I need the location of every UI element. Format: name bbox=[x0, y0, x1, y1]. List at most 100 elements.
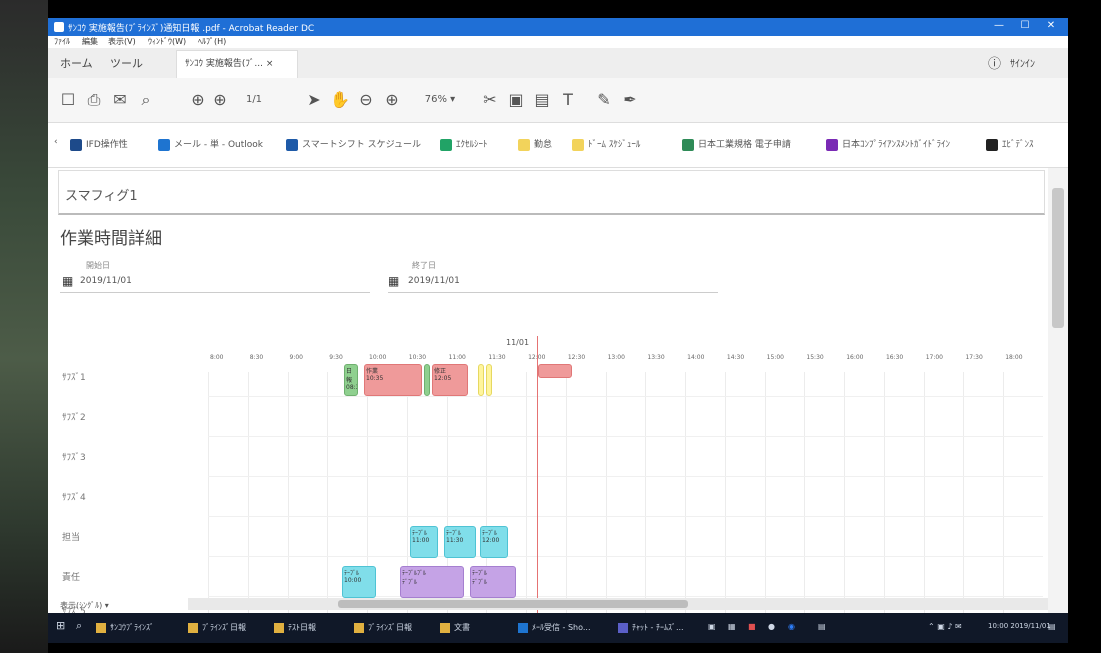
gantt-task-block[interactable]: ﾃｰﾌﾞﾙﾌﾞﾙ ﾃﾞﾌﾞﾙ bbox=[400, 566, 464, 598]
search-icon[interactable]: ⌕ bbox=[136, 90, 156, 110]
gantt-task-block[interactable]: 作業 10:35 bbox=[364, 364, 422, 396]
gantt-gridline bbox=[247, 372, 249, 613]
taskbar-label: ﾃｽﾄ日報 bbox=[288, 623, 316, 632]
tray-icons[interactable]: ⌃ ▣ ♪ ✉ bbox=[928, 622, 962, 631]
folder-icon bbox=[440, 622, 450, 633]
taskbar-item[interactable]: ﾌﾞﾗｲﾝｽﾞ日報 bbox=[188, 622, 246, 633]
taskbar-item[interactable]: ﾁｬｯﾄ - ﾁｰﾑｽﾞ... bbox=[618, 622, 684, 633]
taskbar-item[interactable]: ﾒｰﾙ受信 - Sho... bbox=[518, 622, 591, 633]
calendar-icon[interactable]: ▦ bbox=[62, 274, 73, 288]
pen-icon[interactable]: ✒ bbox=[620, 90, 640, 110]
gantt-task-block[interactable]: 修正 12:05 bbox=[432, 364, 468, 396]
taskbar-item[interactable]: 文書 bbox=[440, 622, 470, 633]
pinned-app-icon[interactable]: ■ bbox=[748, 622, 756, 631]
page-up-icon[interactable]: ⊕ bbox=[188, 90, 208, 110]
pinned-app-icon[interactable]: ◉ bbox=[788, 622, 795, 631]
zoom-select[interactable]: 76% ▾ bbox=[418, 90, 462, 110]
page-down-icon[interactable]: ⊕ bbox=[210, 90, 230, 110]
gantt-task-block[interactable] bbox=[538, 364, 572, 378]
mail-icon[interactable]: ✉ bbox=[110, 90, 130, 110]
bookmark-item[interactable]: スマートシフト スケジュール bbox=[286, 137, 421, 153]
gantt-task-block[interactable] bbox=[486, 364, 492, 396]
gantt-task-block[interactable] bbox=[424, 364, 430, 396]
tab-document[interactable]: ｻﾝｺｳ 実施報告(ﾌﾞ... × bbox=[176, 50, 298, 79]
maximize-icon[interactable]: ☐ bbox=[1014, 20, 1036, 34]
menu-window[interactable]: ｳｨﾝﾄﾞｳ(W) bbox=[148, 36, 186, 47]
gantt-task-block[interactable]: ﾃｰﾌﾞﾙ 10:00 bbox=[342, 566, 376, 598]
page-number-field[interactable]: 1/1 bbox=[244, 90, 264, 110]
hand-icon[interactable]: ✋ bbox=[330, 90, 350, 110]
gantt-task-sub: 10:35 bbox=[366, 375, 384, 382]
to-date-input[interactable]: 2019/11/01 bbox=[408, 276, 460, 286]
pinned-app-icon[interactable]: ● bbox=[768, 622, 775, 631]
gantt-task-block[interactable]: 日報08:30 bbox=[344, 364, 358, 396]
menu-help[interactable]: ﾍﾙﾌﾟ(H) bbox=[198, 36, 226, 47]
notification-icon[interactable]: ▤ bbox=[1048, 622, 1056, 631]
calendar-icon[interactable]: ▦ bbox=[388, 274, 399, 288]
bookmark-label: メール - 単 - Outlook bbox=[174, 140, 263, 150]
bookmark-item[interactable]: ｴｸｾﾙｼｰﾄ bbox=[440, 137, 488, 153]
text-tool-icon[interactable]: T bbox=[558, 90, 578, 110]
gantt-task-block[interactable]: ﾃｰﾌﾞﾙ 11:00 bbox=[410, 526, 438, 558]
vertical-scrollbar[interactable] bbox=[1048, 168, 1068, 613]
bookmark-item[interactable]: ﾄﾞｰﾑ ｽｹｼﾞｭｰﾙ bbox=[572, 137, 640, 153]
teams-icon bbox=[618, 622, 628, 633]
toolbar: ☐ ⎙ ✉ ⌕ ⊕ ⊕ 1/1 ➤ ✋ ⊖ ⊕ 76% ▾ ✂ ▣ ▤ T ✎ … bbox=[48, 78, 1068, 123]
gantt-row-label: 担当 bbox=[62, 533, 81, 543]
minimize-icon[interactable]: — bbox=[988, 20, 1010, 34]
comment-icon[interactable]: ✎ bbox=[594, 90, 614, 110]
view-mode-select[interactable]: 表示(ｼﾝｸﾞﾙ) ▾ bbox=[60, 600, 109, 611]
x-icon bbox=[986, 138, 998, 151]
horizontal-scrollbar[interactable] bbox=[188, 598, 1048, 610]
gantt-task-block[interactable]: ﾃｰﾌﾞﾙ 12:00 bbox=[480, 526, 508, 558]
bookmark-item[interactable]: 日本工業規格 電子申請 bbox=[682, 137, 791, 153]
gantt-task-sub: 10:00 bbox=[344, 577, 362, 584]
gantt-tick-label: 16:30 bbox=[885, 354, 904, 361]
question-circle-icon[interactable]: ⓘ bbox=[988, 53, 1001, 72]
gantt-tick-label: 10:30 bbox=[408, 354, 427, 361]
close-icon[interactable]: ✕ bbox=[1040, 20, 1062, 34]
gantt-task-block[interactable]: ﾃｰﾌﾞﾙ ﾃﾞﾌﾞﾙ bbox=[470, 566, 516, 598]
menu-view[interactable]: 表示(V) bbox=[108, 36, 136, 47]
pinned-app-icon[interactable]: ▤ bbox=[818, 622, 826, 631]
bookmark-item[interactable]: 勤怠 bbox=[518, 137, 552, 153]
zoom-out-icon[interactable]: ⊖ bbox=[356, 90, 376, 110]
from-date-input[interactable]: 2019/11/01 bbox=[80, 276, 132, 286]
gantt-row-divider bbox=[208, 396, 1043, 397]
bookmark-item[interactable]: IFD操作性 bbox=[70, 137, 128, 153]
folder-icon bbox=[96, 622, 106, 633]
menu-edit[interactable]: 編集 bbox=[82, 36, 98, 47]
gantt-row-label: ｻﾌｽﾞ4 bbox=[62, 493, 86, 503]
gantt-task-sub: 12:00 bbox=[482, 537, 500, 544]
signin-button[interactable]: ｻｲﾝｲﾝ bbox=[1010, 55, 1035, 70]
form-icon[interactable]: ▤ bbox=[532, 90, 552, 110]
bookmark-item[interactable]: 日本ｺﾝﾌﾟﾗｲｱﾝｽﾒﾝﾄｶﾞｲﾄﾞﾗｲﾝ bbox=[826, 137, 950, 153]
taskbar-item[interactable]: ﾌﾞﾗｲﾝｽﾞ日報 bbox=[354, 622, 412, 633]
save-icon[interactable]: ☐ bbox=[58, 90, 78, 110]
pinned-app-icon[interactable]: ▦ bbox=[728, 622, 736, 631]
gantt-task-block[interactable] bbox=[478, 364, 484, 396]
tab-home[interactable]: ホーム bbox=[60, 55, 93, 71]
print-icon[interactable]: ⎙ bbox=[84, 90, 104, 110]
chevron-left-icon[interactable]: ‹ bbox=[54, 137, 58, 153]
taskbar-label: ﾌﾞﾗｲﾝｽﾞ日報 bbox=[368, 623, 412, 632]
search-icon[interactable]: ⌕ bbox=[76, 619, 82, 633]
vertical-scroll-thumb[interactable] bbox=[1052, 188, 1064, 328]
stamp-icon[interactable]: ▣ bbox=[506, 90, 526, 110]
taskbar-label: ｻﾝｺｳﾌﾞﾗｲﾝｽﾞ bbox=[110, 623, 154, 632]
bookmark-label: スマートシフト スケジュール bbox=[302, 140, 421, 150]
taskbar-item[interactable]: ﾃｽﾄ日報 bbox=[274, 622, 316, 633]
bookmark-item[interactable]: メール - 単 - Outlook bbox=[158, 137, 263, 153]
taskbar-item[interactable]: ｻﾝｺｳﾌﾞﾗｲﾝｽﾞ bbox=[96, 622, 154, 633]
gantt-task-block[interactable]: ﾃｰﾌﾞﾙ 11:30 bbox=[444, 526, 476, 558]
horizontal-scroll-thumb[interactable] bbox=[338, 600, 688, 608]
zoom-in-icon[interactable]: ⊕ bbox=[382, 90, 402, 110]
menu-file[interactable]: ﾌｧｲﾙ bbox=[54, 36, 70, 47]
gantt-gridline bbox=[526, 372, 528, 613]
windows-start-icon[interactable]: ⊞ bbox=[56, 619, 65, 632]
bookmark-item[interactable]: ｴﾋﾞﾃﾞﾝｽ bbox=[986, 137, 1034, 153]
cursor-icon[interactable]: ➤ bbox=[304, 90, 324, 110]
pinned-app-icon[interactable]: ▣ bbox=[708, 622, 716, 631]
tab-tools[interactable]: ツール bbox=[110, 55, 143, 71]
crop-icon[interactable]: ✂ bbox=[480, 90, 500, 110]
